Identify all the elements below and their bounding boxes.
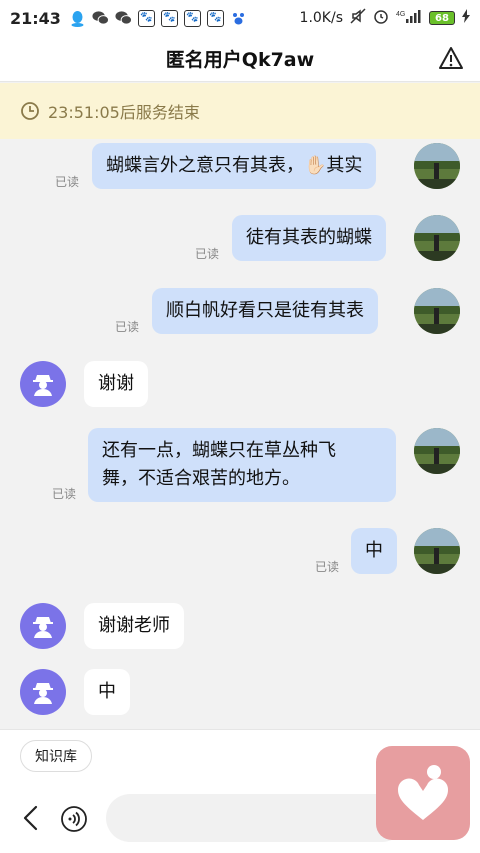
message-outgoing[interactable]: 徒有其表的蝴蝶 [232, 215, 386, 261]
battery-icon: 68 [429, 11, 455, 25]
read-receipt: 已读 [115, 320, 140, 334]
page-title: 匿名用户Qk7aw [165, 49, 315, 71]
voice-icon [61, 806, 87, 832]
anonymous-user-icon [33, 683, 53, 704]
svg-text:4G: 4G [396, 11, 405, 18]
alarm-icon [373, 8, 389, 28]
message-input[interactable] [106, 794, 406, 842]
paw-app-icon: 🐾 [160, 9, 178, 27]
wechat-icon [115, 10, 132, 27]
message-bubble: 中 [84, 669, 130, 715]
read-receipt: 已读 [315, 560, 340, 574]
baidu-paw-icon [230, 10, 247, 27]
message-bubble: 中 [351, 528, 397, 574]
user-avatar[interactable] [414, 143, 460, 189]
anonymous-avatar[interactable] [20, 603, 66, 649]
message-outgoing[interactable]: 中 [351, 528, 397, 574]
message-incoming[interactable]: 谢谢老师 [84, 603, 184, 649]
service-timer-banner: 23:51:05后服务结束 [0, 83, 480, 139]
chevron-left-icon [23, 805, 38, 831]
paw-app-icon: 🐾 [206, 9, 224, 27]
read-receipt: 已读 [55, 175, 80, 189]
floating-heart-widget[interactable] [376, 746, 470, 840]
message-bubble: 谢谢 [84, 361, 148, 407]
message-outgoing[interactable]: 顺白帆好看只是徒有其表 [152, 288, 378, 334]
report-button[interactable] [438, 46, 464, 72]
message-bubble: 顺白帆好看只是徒有其表 [152, 288, 378, 334]
anonymous-user-icon [33, 375, 53, 396]
message-bubble: 谢谢老师 [84, 603, 184, 649]
mute-icon [350, 8, 366, 28]
qq-icon [69, 10, 86, 27]
user-avatar[interactable] [414, 528, 460, 574]
message-incoming[interactable]: 谢谢 [84, 361, 148, 407]
warning-icon [439, 47, 463, 69]
voice-input-button[interactable] [60, 805, 88, 833]
charging-icon [462, 9, 470, 27]
knowledge-base-chip[interactable]: 知识库 [20, 740, 92, 772]
message-bubble: 徒有其表的蝴蝶 [232, 215, 386, 261]
user-avatar[interactable] [414, 288, 460, 334]
message-bubble: 蝴蝶言外之意只有其表，✋🏻其实 [92, 143, 377, 189]
user-avatar[interactable] [414, 215, 460, 261]
clock: 21:43 [10, 8, 61, 28]
message-bubble: 还有一点，蝴蝶只在草丛种飞 舞，不适合艰苦的地方。 [88, 428, 396, 502]
message-incoming[interactable]: 中 [84, 669, 130, 715]
clock-icon [21, 102, 39, 120]
read-receipt: 已读 [52, 487, 77, 501]
system-status: 1.0K/s 4G 68 [300, 8, 470, 28]
message-line: 还有一点，蝴蝶只在草丛种飞 [102, 440, 336, 461]
wechat-icon [92, 10, 109, 27]
anonymous-avatar[interactable] [20, 361, 66, 407]
user-avatar[interactable] [414, 428, 460, 474]
anonymous-user-icon [33, 617, 53, 638]
timer-text: 23:51:05后服务结束 [48, 103, 200, 122]
battery-level: 68 [435, 12, 449, 24]
message-line: 舞，不适合艰苦的地方。 [102, 468, 300, 489]
notification-icons: 🐾 🐾 🐾 🐾 [69, 9, 247, 27]
read-receipt: 已读 [195, 247, 220, 261]
status-bar: 21:43 🐾 🐾 🐾 🐾 1.0K/s 4G 68 [0, 0, 480, 36]
chat-header: 匿名用户Qk7aw [0, 36, 480, 82]
anonymous-avatar[interactable] [20, 669, 66, 715]
message-outgoing[interactable]: 蝴蝶言外之意只有其表，✋🏻其实 [92, 143, 377, 189]
net-speed: 1.0K/s [299, 10, 343, 26]
message-list[interactable]: 已读 蝴蝶言外之意只有其表，✋🏻其实 已读 徒有其表的蝴蝶 已读 顺白帆好看只是… [0, 139, 480, 729]
signal-icon: 4G [396, 9, 422, 27]
paw-app-icon: 🐾 [137, 9, 155, 27]
message-outgoing[interactable]: 还有一点，蝴蝶只在草丛种飞 舞，不适合艰苦的地方。 [88, 428, 396, 502]
paw-app-icon: 🐾 [183, 9, 201, 27]
heart-person-icon [397, 765, 449, 820]
back-button[interactable] [18, 804, 46, 832]
